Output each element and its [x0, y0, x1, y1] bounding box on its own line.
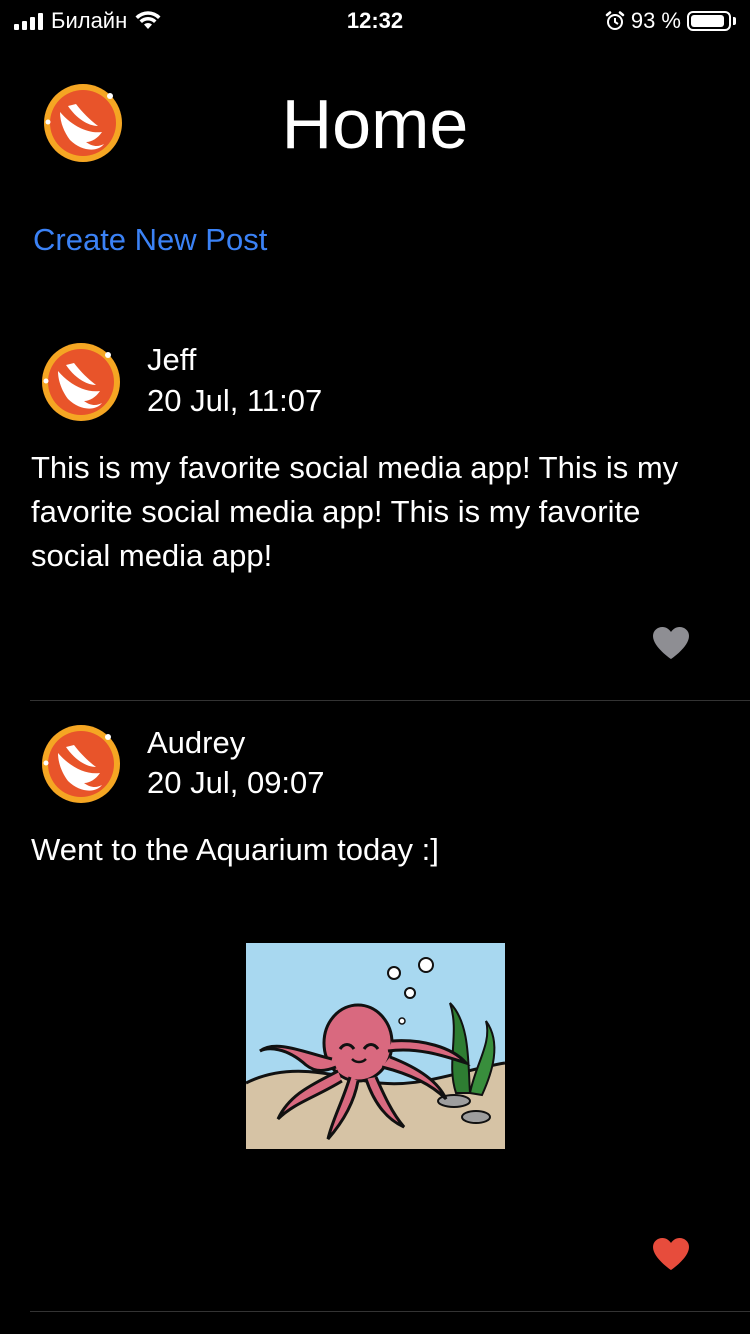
battery-tip [733, 17, 736, 25]
create-new-post-link[interactable]: Create New Post [33, 222, 267, 258]
page-title: Home [281, 85, 469, 163]
post-author[interactable]: Audrey [147, 725, 245, 761]
post-date: 20 Jul, 09:07 [147, 765, 325, 800]
like-button[interactable] [652, 1237, 690, 1276]
status-bar: Билайн 12:32 93 % [0, 0, 750, 40]
post-date: 20 Jul, 11:07 [147, 383, 323, 418]
post-divider [30, 700, 750, 701]
post-text: Went to the Aquarium today :] [31, 832, 439, 867]
post-text: This is my favorite social media app! Th… [31, 450, 679, 573]
battery-fill [691, 15, 725, 27]
alarm-icon [605, 11, 625, 30]
battery-label: 93 % [630, 8, 681, 33]
octopus-aquarium-image[interactable] [245, 943, 506, 1149]
status-right: 93 % [605, 8, 736, 34]
avatar[interactable] [40, 723, 122, 810]
battery-icon [687, 11, 731, 31]
post-author[interactable]: Jeff [147, 342, 196, 378]
like-button[interactable] [652, 626, 690, 665]
heart-icon [653, 627, 689, 659]
avatar[interactable] [40, 341, 122, 428]
post-divider [30, 1311, 750, 1312]
heart-icon [653, 1238, 689, 1270]
